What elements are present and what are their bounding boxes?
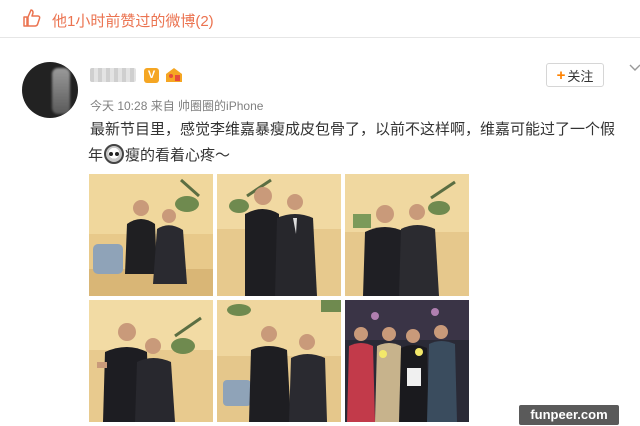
username-redacted[interactable] (90, 68, 136, 82)
post-text: 最新节目里，感觉李维嘉暴瘦成皮包骨了，以前不这样啊，维嘉可能过了一个假 年 瘦的看… (88, 117, 638, 169)
plus-icon: + (556, 66, 566, 84)
photo-5[interactable] (217, 300, 341, 422)
post-text-line2: 年 瘦的看着心疼～ (88, 143, 638, 169)
crying-emoji-icon (104, 144, 125, 164)
avatar-blur (52, 68, 70, 114)
photo-1[interactable] (89, 174, 213, 296)
photo-2[interactable] (217, 174, 341, 296)
avatar[interactable] (22, 62, 78, 118)
photo-4[interactable] (89, 300, 213, 422)
post-text-line2-b: 瘦的看着心疼～ (125, 147, 231, 164)
follow-label: 关注 (567, 68, 594, 84)
vip-level-icon (164, 67, 184, 84)
follow-button[interactable]: + 关注 (546, 63, 604, 87)
post-meta: 今天 10:28 来自 帅圈圈的iPhone (90, 97, 263, 114)
post-source[interactable]: 来自 帅圈圈的iPhone (151, 99, 264, 113)
liked-posts-bar[interactable]: 他1小时前赞过的微博(2) (0, 0, 640, 38)
post-time[interactable]: 今天 10:28 (90, 99, 147, 113)
photo-3[interactable] (345, 174, 469, 296)
verified-v-icon: V (144, 68, 159, 83)
photo-6[interactable] (345, 300, 469, 422)
site-watermark: funpeer.com (519, 405, 619, 425)
post-text-line1: 最新节目里，感觉李维嘉暴瘦成皮包骨了，以前不这样啊，维嘉可能过了一个假 (90, 121, 616, 138)
thumb-up-icon (22, 8, 42, 28)
post-text-line2-a: 年 (88, 147, 104, 164)
chevron-down-icon[interactable] (629, 60, 640, 76)
liked-posts-text[interactable]: 他1小时前赞过的微博(2) (52, 10, 214, 31)
